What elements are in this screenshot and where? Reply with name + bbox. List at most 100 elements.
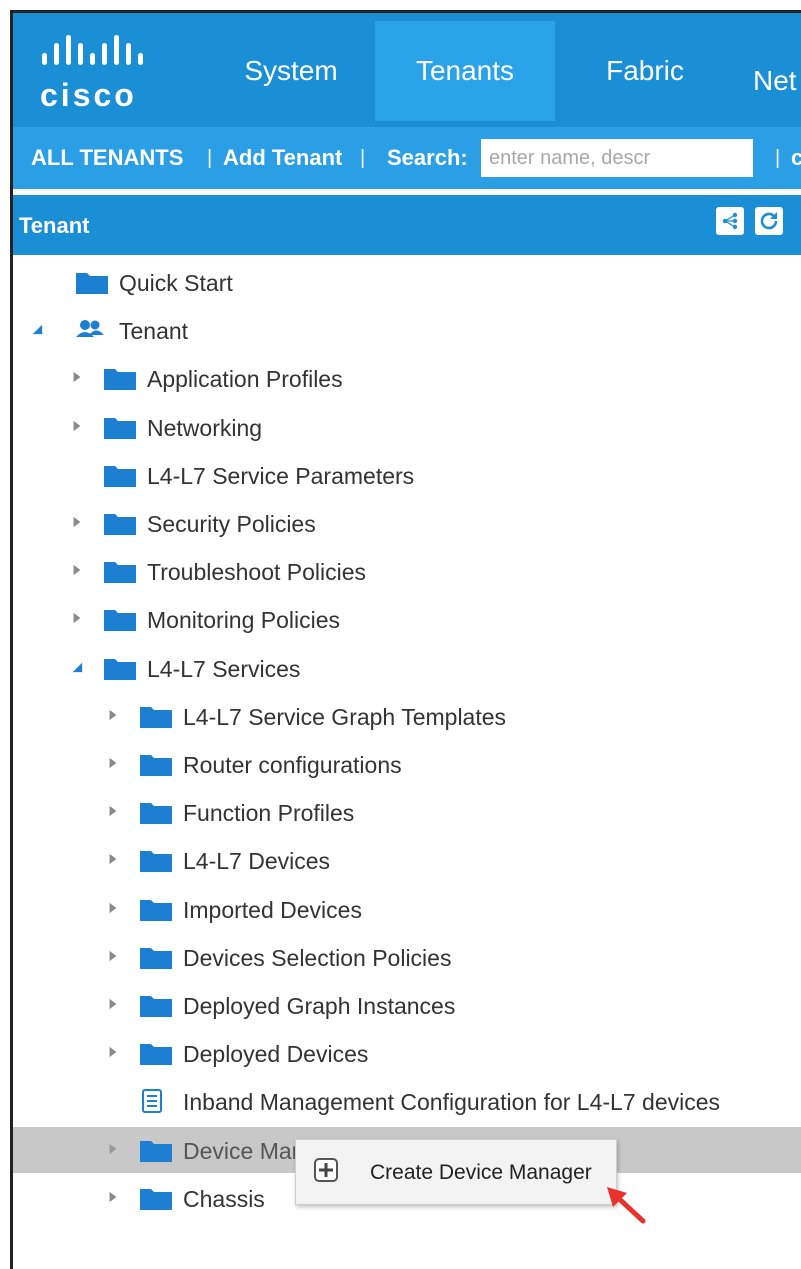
tree-row[interactable]: Troubleshoot Policies [13,548,801,594]
context-menu: Create Device Manager [295,1139,617,1205]
panel-title: Tenant [19,213,90,238]
tree-item-label[interactable]: Devices Selection Policies [183,945,451,972]
search-label: Search: [387,145,468,170]
collapsed-arrow-icon[interactable] [71,418,83,434]
tree-row[interactable]: Monitoring Policies [13,596,801,642]
folder-icon [140,803,172,825]
collapsed-arrow-icon[interactable] [107,851,119,867]
tree-item-label[interactable]: Quick Start [119,270,233,297]
pointer-arrow-icon [607,1187,646,1224]
tree-row[interactable]: Networking [13,404,801,450]
folder-icon [140,1140,172,1162]
tree-item-label[interactable]: Networking [147,415,262,442]
tree-row[interactable]: Router configurations [13,741,801,787]
tree-item-label[interactable]: Security Policies [147,511,316,538]
folder-icon [140,851,172,873]
folder-icon [104,417,136,439]
tree-item-label[interactable]: Router configurations [183,752,402,779]
tree-item-label[interactable]: L4-L7 Services [147,656,300,683]
create-device-manager-menu-item[interactable]: Create Device Manager [296,1140,616,1204]
cisco-bars-icon [42,35,143,65]
separator: | [207,147,213,169]
folder-icon [140,706,172,728]
folder-icon [104,562,136,584]
tree-row[interactable]: Devices Selection Policies [13,934,801,980]
collapsed-arrow-icon[interactable] [71,369,83,385]
separator: | [360,147,366,169]
tree-item-label[interactable]: Application Profiles [147,366,343,393]
add-tenant-link[interactable]: Add Tenant [223,145,342,171]
tree-item-label[interactable]: L4-L7 Service Parameters [147,463,414,490]
expanded-arrow-icon[interactable] [71,659,83,675]
collapsed-arrow-icon[interactable] [71,514,83,530]
collapsed-arrow-icon[interactable] [107,707,119,723]
collapsed-arrow-icon[interactable] [107,1044,119,1060]
collapsed-arrow-icon[interactable] [107,1141,119,1157]
folder-icon [140,755,172,776]
tree-row[interactable]: Tenant [13,307,801,353]
tree-item-label[interactable]: Troubleshoot Policies [147,559,366,586]
tree-row[interactable]: L4-L7 Devices [13,837,801,883]
truncated-link[interactable]: c [791,145,801,171]
tree-item-label[interactable]: Monitoring Policies [147,607,340,634]
users-icon [76,320,104,338]
tree-item-label[interactable]: Imported Devices [183,897,362,924]
nav-tab-networking[interactable]: Net [753,31,801,131]
folder-icon [140,996,172,1017]
document-icon [142,1089,162,1114]
tree-row[interactable]: L4-L7 Services [13,645,801,691]
tenant-panel-header: Tenant [13,195,801,255]
collapsed-arrow-icon[interactable] [107,755,119,771]
tree-row[interactable]: Quick Start [13,259,801,305]
search-input[interactable] [481,139,753,177]
tree-item-label[interactable]: Deployed Devices [183,1041,368,1068]
tree-item-label[interactable]: Tenant [119,318,188,345]
tree-item-label[interactable]: L4-L7 Devices [183,848,330,875]
collapsed-arrow-icon[interactable] [107,948,119,964]
folder-icon [104,658,136,680]
nav-tab-tenants[interactable]: Tenants [375,21,555,121]
nav-tab-label: System [244,55,338,86]
expanded-arrow-icon[interactable] [31,321,43,337]
tree-item-label[interactable]: Inband Management Configuration for L4-L… [183,1089,720,1116]
collapsed-arrow-icon[interactable] [71,610,83,626]
tree-item-label[interactable]: Function Profiles [183,800,354,827]
tree-row[interactable]: Function Profiles [13,789,801,835]
folder-icon [140,1188,172,1210]
tree-item-label[interactable]: L4-L7 Service Graph Templates [183,704,506,731]
separator: | [775,147,781,169]
collapsed-arrow-icon[interactable] [107,803,119,819]
nav-tab-system[interactable]: System [221,21,361,121]
nav-tab-label: Net [753,65,797,96]
cisco-wordmark: cisco [40,77,137,113]
folder-icon [76,273,108,294]
tree-row[interactable]: Application Profiles [13,355,801,401]
collapsed-arrow-icon[interactable] [107,900,119,916]
folder-icon [140,1044,172,1066]
menu-item-label: Create Device Manager [370,1161,592,1184]
tree-row[interactable]: L4-L7 Service Graph Templates [13,693,801,739]
collapsed-arrow-icon[interactable] [71,562,83,578]
nav-tab-label: Tenants [415,55,515,86]
tree-row[interactable]: L4-L7 Service Parameters [13,452,801,498]
tree-row[interactable]: Inband Management Configuration for L4-L… [13,1078,801,1124]
collapsed-arrow-icon[interactable] [107,1189,119,1205]
nav-tab-label: Fabric [606,55,684,86]
refresh-icon[interactable] [755,207,783,235]
collapsed-arrow-icon[interactable] [107,996,119,1012]
tree-row[interactable]: Deployed Devices [13,1030,801,1076]
folder-icon [104,369,136,391]
folder-icon [104,465,136,487]
nav-tab-fabric[interactable]: Fabric [585,21,705,121]
folder-icon [140,899,172,921]
tree-row[interactable]: Imported Devices [13,886,801,932]
tree-item-label[interactable]: Chassis [183,1186,265,1213]
tree-row[interactable]: Security Policies [13,500,801,546]
app-window: cisco System Tenants Fabric Net ALL TENA… [10,10,801,1269]
cisco-logo[interactable]: cisco [40,35,180,115]
tree-item-label[interactable]: Deployed Graph Instances [183,993,455,1020]
tree-row[interactable]: Deployed Graph Instances [13,982,801,1028]
plus-square-icon [314,1158,338,1182]
all-tenants-link[interactable]: ALL TENANTS [31,145,183,171]
topology-icon[interactable] [716,207,744,235]
